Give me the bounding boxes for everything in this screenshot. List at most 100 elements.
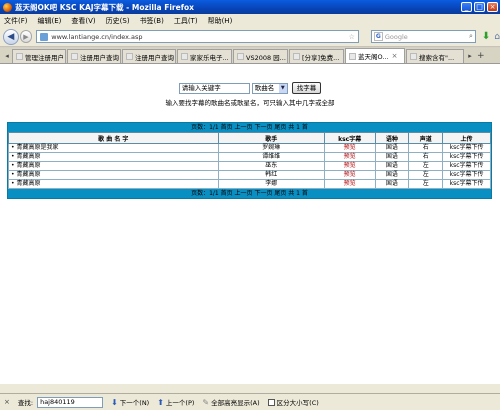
maximize-button[interactable]: □ [474,2,485,12]
tab-item[interactable]: 管理注册用户 [12,49,66,63]
menu-bookmarks[interactable]: 书签(B) [140,16,164,26]
upload-link[interactable]: ksc字幕下传 [442,152,491,162]
song-name[interactable]: • 青藏高原 [8,170,219,180]
tab-close-icon[interactable]: × [392,52,398,60]
tab-favicon-icon [181,53,188,60]
preview-link[interactable]: 预览 [323,143,376,153]
results-table-container: 页数：1/1 首页 上一页 下一页 尾页 共 1 首 歌 曲 名 字 歌手 ks… [7,122,492,199]
search-bar[interactable]: G Google ⌕ [370,30,476,43]
menu-help[interactable]: 帮助(H) [208,16,233,26]
upload-link[interactable]: ksc字幕下传 [442,161,491,171]
channel-cell: 右 [408,152,444,162]
song-name[interactable]: • 青藏高原 [8,179,219,189]
channel-cell: 左 [408,170,444,180]
tab-favicon-icon [126,53,133,60]
pager-bottom[interactable]: 页数：1/1 首页 上一页 下一页 尾页 共 1 首 [8,189,491,198]
tab-item[interactable]: VS2008 园... [233,49,288,63]
match-case-checkbox[interactable]: 区分大小写(C) [267,397,319,407]
menu-file[interactable]: 文件(F) [4,16,28,26]
pager-top[interactable]: 页数：1/1 首页 上一页 下一页 尾页 共 1 首 [8,123,491,132]
tab-bar: ◂ 管理注册用户 注册用户查询 注册用户查询 家家乐电子... VS2008 园… [0,48,500,64]
find-input[interactable]: haj840119 [37,396,104,408]
search-icon[interactable]: ⌕ [469,32,473,41]
back-button[interactable]: ◀ [3,28,19,45]
table-header-row: 歌 曲 名 字 歌手 ksc字幕 语种 声道 上传 [8,132,491,144]
find-close-icon[interactable]: × [4,398,10,406]
menu-history[interactable]: 历史(S) [106,16,130,26]
search-placeholder[interactable]: Google [385,33,469,41]
tab-favicon-icon [410,53,417,60]
url-text[interactable]: www.lantiange.cn/index.asp [51,33,348,41]
table-row: • 青藏高原 李娜 预览 国语 左 ksc字幕下传 [8,179,491,189]
find-prev-label: 上一个(P) [165,399,195,407]
header-song: 歌 曲 名 字 [8,132,219,144]
pencil-icon: ✎ [202,397,210,407]
checkbox-box[interactable] [267,398,275,406]
tab-label: 家家乐电子... [190,53,229,62]
find-bar: × 查找: haj840119 ⬇ 下一个(N) ⬆ 上一个(P) ✎ 全部高亮… [0,393,500,410]
tab-favicon-icon [237,53,244,60]
channel-cell: 左 [408,179,444,189]
arrow-down-icon: ⬇ [111,397,118,407]
status-strip [0,384,500,393]
find-prev-button[interactable]: ⬆ 上一个(P) [157,397,195,408]
close-button[interactable]: × [487,2,498,12]
table-row: • 青藏高原是我家 罗婉琳 预览 国语 右 ksc字幕下传 [8,143,491,153]
upload-link[interactable]: ksc字幕下传 [442,170,491,180]
channel-cell: 右 [408,143,444,153]
chevron-down-icon[interactable]: ▼ [278,83,287,93]
minimize-button[interactable]: _ [461,2,472,12]
site-favicon-icon [40,32,49,41]
tab-favicon-icon [71,53,78,60]
menu-tools[interactable]: 工具(T) [174,16,198,26]
highlight-all-button[interactable]: ✎ 全部高亮显示(A) [202,397,260,408]
find-label: 查找: [17,399,34,407]
tab-label: VS2008 园... [246,53,286,62]
find-subtitle-button[interactable]: 找字幕 [291,82,322,94]
new-tab-icon[interactable]: + [477,51,485,61]
song-name[interactable]: • 青藏高原 [8,161,219,171]
tab-item[interactable]: 搜索含有"... [406,49,464,63]
menu-edit[interactable]: 编辑(E) [38,16,62,26]
preview-link[interactable]: 预览 [323,179,376,189]
tab-item[interactable]: [分享]免费... [289,49,344,63]
tab-item[interactable]: 注册用户查询 [122,49,176,63]
singer-name: 韩红 [217,170,325,180]
table-row: • 青藏高原 巫东 预览 国语 左 ksc字幕下传 [8,161,491,171]
tab-item[interactable]: 注册用户查询 [67,49,121,63]
title-bar: 蓝天阁OK吧 KSC KAJ字幕下载 - Mozilla Firefox _ □… [0,0,500,14]
language-cell: 国语 [374,143,410,153]
tab-scroll-right-icon[interactable]: ▸ [465,50,475,63]
forward-button[interactable]: ▶ [19,30,33,43]
preview-link[interactable]: 预览 [323,161,376,171]
search-hint: 输入要找字幕的歌曲名或歌星名，可只输入其中几字或全部 [165,99,335,107]
header-channel: 声道 [408,132,444,144]
tab-scroll-left-icon[interactable]: ◂ [2,50,12,63]
tab-label: 注册用户查询 [135,53,174,62]
lyrics-search-form: 请输入关键字 歌曲名 ▼ 找字幕 输入要找字幕的歌曲名或歌星名，可只输入其中几字… [0,82,500,107]
language-cell: 国语 [374,179,410,189]
upload-link[interactable]: ksc字幕下传 [442,179,491,189]
tab-item[interactable]: 家家乐电子... [177,49,232,63]
song-name[interactable]: • 青藏高原是我家 [8,143,219,153]
search-type-select[interactable]: 歌曲名 ▼ [251,82,288,94]
bookmark-star-icon[interactable]: ☆ [349,33,355,41]
google-icon[interactable]: G [373,32,383,41]
window-title: 蓝天阁OK吧 KSC KAJ字幕下载 - Mozilla Firefox [15,2,194,12]
address-bar[interactable]: www.lantiange.cn/index.asp ☆ [36,30,359,43]
upload-link[interactable]: ksc字幕下传 [442,143,491,153]
keyword-input[interactable]: 请输入关键字 [178,82,250,94]
song-name[interactable]: • 青藏高原 [8,152,219,162]
menu-view[interactable]: 查看(V) [71,16,95,26]
preview-link[interactable]: 预览 [323,170,376,180]
header-upload: 上传 [442,132,491,144]
preview-link[interactable]: 预览 [323,152,376,162]
tab-label: [分享]免费... [302,53,340,62]
highlight-all-label: 全部高亮显示(A) [211,399,260,407]
download-icon[interactable]: ⬇ [482,31,490,42]
singer-name: 谭维维 [217,152,325,162]
home-icon[interactable]: ⌂ [494,32,500,42]
tab-label: 蓝天阁O... [358,53,389,61]
tab-item-active[interactable]: 蓝天阁O... × [345,48,405,63]
find-next-button[interactable]: ⬇ 下一个(N) [111,397,149,408]
